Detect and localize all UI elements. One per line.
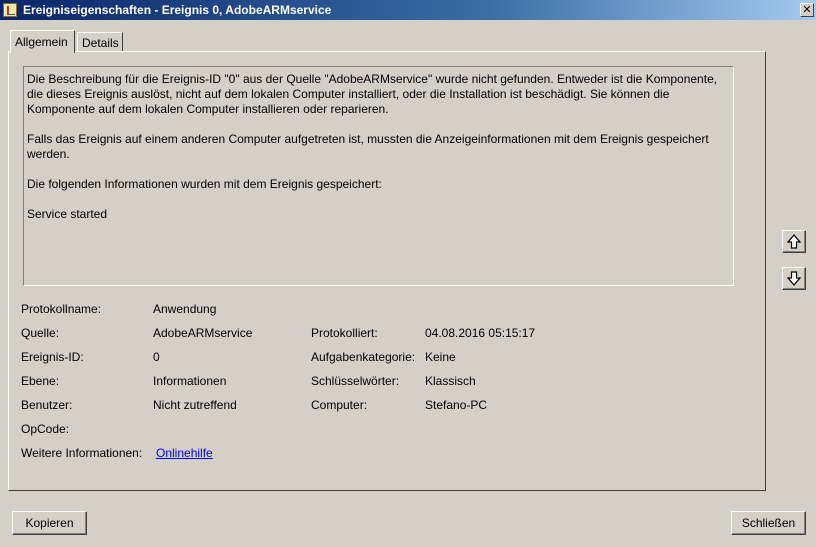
aufgabenkategorie-value: Keine [425, 350, 456, 364]
onlinehilfe-link[interactable]: Onlinehilfe [156, 446, 213, 460]
event-description[interactable]: Die Beschreibung für die Ereignis-ID "0"… [23, 66, 734, 286]
computer-label: Computer: [311, 398, 368, 412]
ereignis-id-label: Ereignis-ID: [21, 350, 84, 364]
schluesselwoerter-label: Schlüsselwörter: [311, 374, 400, 388]
tab-details[interactable]: Details [77, 32, 123, 52]
arrow-down-icon [787, 271, 801, 286]
close-button-label: Schließen [741, 516, 796, 530]
description-paragraph: Die folgenden Informationen wurden mit d… [27, 177, 382, 191]
benutzer-label: Benutzer: [21, 398, 73, 412]
protokollname-label: Protokollname: [21, 302, 102, 316]
previous-event-button[interactable] [782, 230, 806, 253]
ebene-label: Ebene: [21, 374, 60, 388]
title-bar[interactable]: Ereigniseigenschaften - Ereignis 0, Adob… [0, 0, 816, 20]
event-viewer-icon [3, 3, 17, 17]
protokolliert-label: Protokolliert: [311, 326, 378, 340]
close-icon[interactable]: ✕ [800, 3, 814, 17]
copy-button[interactable]: Kopieren [12, 511, 87, 535]
computer-value: Stefano-PC [425, 398, 488, 412]
benutzer-value: Nicht zutreffend [153, 398, 237, 412]
quelle-label: Quelle: [21, 326, 60, 340]
copy-button-label: Kopieren [25, 516, 74, 530]
description-paragraph: Falls das Ereignis auf einem anderen Com… [27, 132, 709, 161]
opcode-label: OpCode: [21, 422, 70, 436]
window-title: Ereigniseigenschaften - Ereignis 0, Adob… [23, 3, 332, 17]
weitere-informationen-label: Weitere Informationen: [21, 446, 143, 460]
ebene-value: Informationen [153, 374, 227, 388]
description-paragraph: Service started [27, 207, 108, 221]
protokollname-value: Anwendung [153, 302, 217, 316]
schluesselwoerter-value: Klassisch [425, 374, 476, 388]
description-paragraph: Die Beschreibung für die Ereignis-ID "0"… [27, 72, 718, 116]
arrow-up-icon [787, 234, 801, 249]
tab-label: Details [82, 35, 119, 50]
protokolliert-value: 04.08.2016 05:15:17 [425, 326, 536, 340]
ereignis-id-value: 0 [153, 350, 160, 364]
next-event-button[interactable] [782, 267, 806, 290]
tab-allgemein[interactable]: Allgemein [10, 30, 75, 53]
aufgabenkategorie-label: Aufgabenkategorie: [311, 350, 416, 364]
quelle-value: AdobeARMservice [153, 326, 253, 340]
close-button[interactable]: Schließen [731, 511, 806, 535]
tab-label: Allgemein [15, 35, 68, 49]
